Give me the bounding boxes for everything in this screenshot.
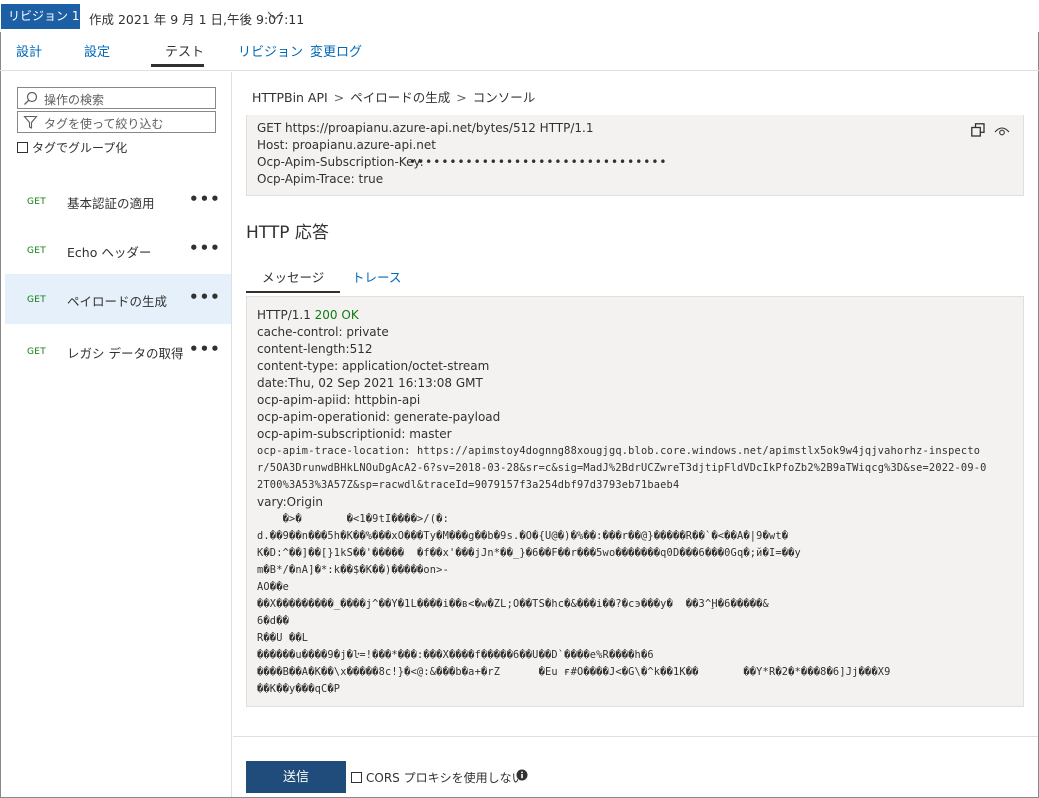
revision-bar: リビジョン 1 作成 2021 年 9 月 1 日,午後 9:07:11 [0,0,1039,32]
response-tabs: メッセージ トレース [246,264,1024,294]
response-payload-line: ������u����9�j�ŀ=!���*���:���X����f�����… [257,649,654,661]
response-payload-line: 6�d�� [257,615,289,627]
top-tabs: 設計 設定 テスト リビジョン 変更ログ [0,33,1039,71]
checkbox-box[interactable] [351,772,362,783]
request-trace: Ocp-Apim-Trace: true [257,172,384,186]
request-preview: GET https://proapianu.azure-api.net/byte… [246,115,1024,196]
group-by-tag-label: タグでグループ化 [32,141,128,155]
request-subscription-key-label: Ocp-Apim-Subscription-Key: [257,155,424,169]
tab-test-underline [151,64,204,67]
copy-icon[interactable] [971,123,985,137]
search-placeholder: 操作の検索 [44,93,105,107]
operation-name: レガシ データの取得 [67,346,184,361]
response-header: content-type: application/octet-stream [257,359,490,373]
operation-verb: GET [27,246,47,256]
response-header: ocp-apim-subscriptionid: master [257,427,452,441]
operation-name: 基本認証の適用 [67,196,155,211]
response-header: cache-control: private [257,325,389,339]
response-payload-line: ��K��y���qC�P [257,683,341,695]
send-button[interactable]: 送信 [246,761,346,793]
request-host: Host: proapianu.azure-api.net [257,138,436,152]
more-icon[interactable]: ••• [189,340,221,358]
response-trace-location: ocp-apim-trace-location: https://apimsto… [257,445,981,457]
response-header: date:Thu, 02 Sep 2021 16:13:08 GMT [257,376,483,390]
filter-placeholder: タグを使って絞り込む [44,117,164,131]
response-trace-location: r/5OA3DrunwdBHkLNOuDgAcA2-6?sv=2018-03-2… [257,462,987,474]
eye-icon[interactable] [994,125,1010,137]
response-header: vary:Origin [257,495,323,509]
operations-panel: 操作の検索 タグを使って絞り込む タグでグループ化 GET 基本認証の適用 ••… [1,72,232,797]
tab-trace[interactable]: トレース [352,267,401,286]
response-payload-line: R��U ��L [257,632,309,644]
tab-changelog[interactable]: 変更ログ [310,41,362,60]
console-footer: 送信 CORS プロキシを使用しない [233,736,1038,797]
breadcrumb-page: コンソール [472,90,536,105]
request-subscription-key-value: •••••••••••••••••••••••••••••••• [409,155,668,169]
response-body: HTTP/1.1 200 OK cache-control: private c… [246,296,1024,707]
response-header: ocp-apim-apiid: httpbin-api [257,393,421,407]
response-trace-location: 2T00%3A53%3A57Z&sp=racwdl&traceId=907915… [257,479,680,491]
breadcrumb-operation[interactable]: ペイロードの生成 [350,90,450,105]
group-by-tag-checkbox[interactable]: タグでグループ化 [17,139,127,156]
status-protocol: HTTP/1.1 [257,308,315,322]
status-ok: 200 OK [314,308,359,322]
operation-item[interactable]: GET 基本認証の適用 ••• [5,176,231,226]
operation-item[interactable]: GET Echo ヘッダー ••• [5,225,231,275]
more-icon[interactable]: ••• [189,239,221,257]
breadcrumb: HTTPBin API > ペイロードの生成 > コンソール [252,87,535,106]
tab-revisions[interactable]: リビジョン [238,41,303,60]
tab-message-underline [246,291,340,293]
response-payload-line: d.��9��n���5h�K��%���xO���Ty�M���g��b�9s… [257,530,789,542]
tab-test[interactable]: テスト [165,41,204,60]
operation-verb: GET [27,197,47,207]
revision-badge[interactable]: リビジョン 1 [1,4,80,29]
response-payload-line: ��X���������_����j^��Y�1L����i��в<�w�ZL;… [257,598,769,610]
tag-filter-input[interactable]: タグを使って絞り込む [17,111,216,133]
response-header: content-length:512 [257,342,373,356]
response-payload-line: AO��e [257,581,289,593]
operation-verb: GET [27,347,47,357]
response-header: ocp-apim-operationid: generate-payload [257,410,501,424]
response-payload-line: ����B��A�K��\x�����8c!}�<@:&���b�a+�rZ �… [257,666,891,678]
console-panel: HTTPBin API > ペイロードの生成 > コンソール GET https://p… [233,72,1038,797]
operation-name: ペイロードの生成 [67,294,168,309]
operation-verb: GET [27,295,47,305]
search-icon [24,91,38,105]
info-icon[interactable] [516,769,528,781]
breadcrumb-separator: > [333,90,345,105]
operation-name: Echo ヘッダー [67,245,152,260]
operation-item[interactable]: GET レガシ データの取得 ••• [5,326,231,376]
cors-proxy-checkbox[interactable]: CORS プロキシを使用しない [351,769,524,786]
cors-proxy-label: CORS プロキシを使用しない [366,771,524,785]
operation-search-input[interactable]: 操作の検索 [17,87,216,109]
tab-design[interactable]: 設計 [16,41,42,60]
response-payload-line: K�D:^��]��[}1kS��'����� �f��x'���jJn*��_… [257,547,801,559]
tab-settings[interactable]: 設定 [84,41,110,60]
operation-item-selected[interactable]: GET ペイロードの生成 ••• [5,274,231,324]
chevron-down-icon[interactable] [267,9,283,21]
breadcrumb-separator: > [456,90,467,105]
response-status: HTTP/1.1 200 OK [257,308,359,322]
more-icon[interactable]: ••• [189,190,221,208]
response-payload-line: �>� �<1�9tI����>/(�: [257,513,449,525]
checkbox-box[interactable] [17,142,28,153]
tab-message[interactable]: メッセージ [262,267,324,286]
filter-icon [23,115,38,129]
response-title: HTTP 応答 [246,223,329,243]
request-line: GET https://proapianu.azure-api.net/byte… [257,121,594,135]
breadcrumb-api[interactable]: HTTPBin API [252,90,328,105]
more-icon[interactable]: ••• [189,288,221,306]
response-payload-line: m�B*/�nA]�*:k��$�K��)�����on>- [257,564,449,576]
